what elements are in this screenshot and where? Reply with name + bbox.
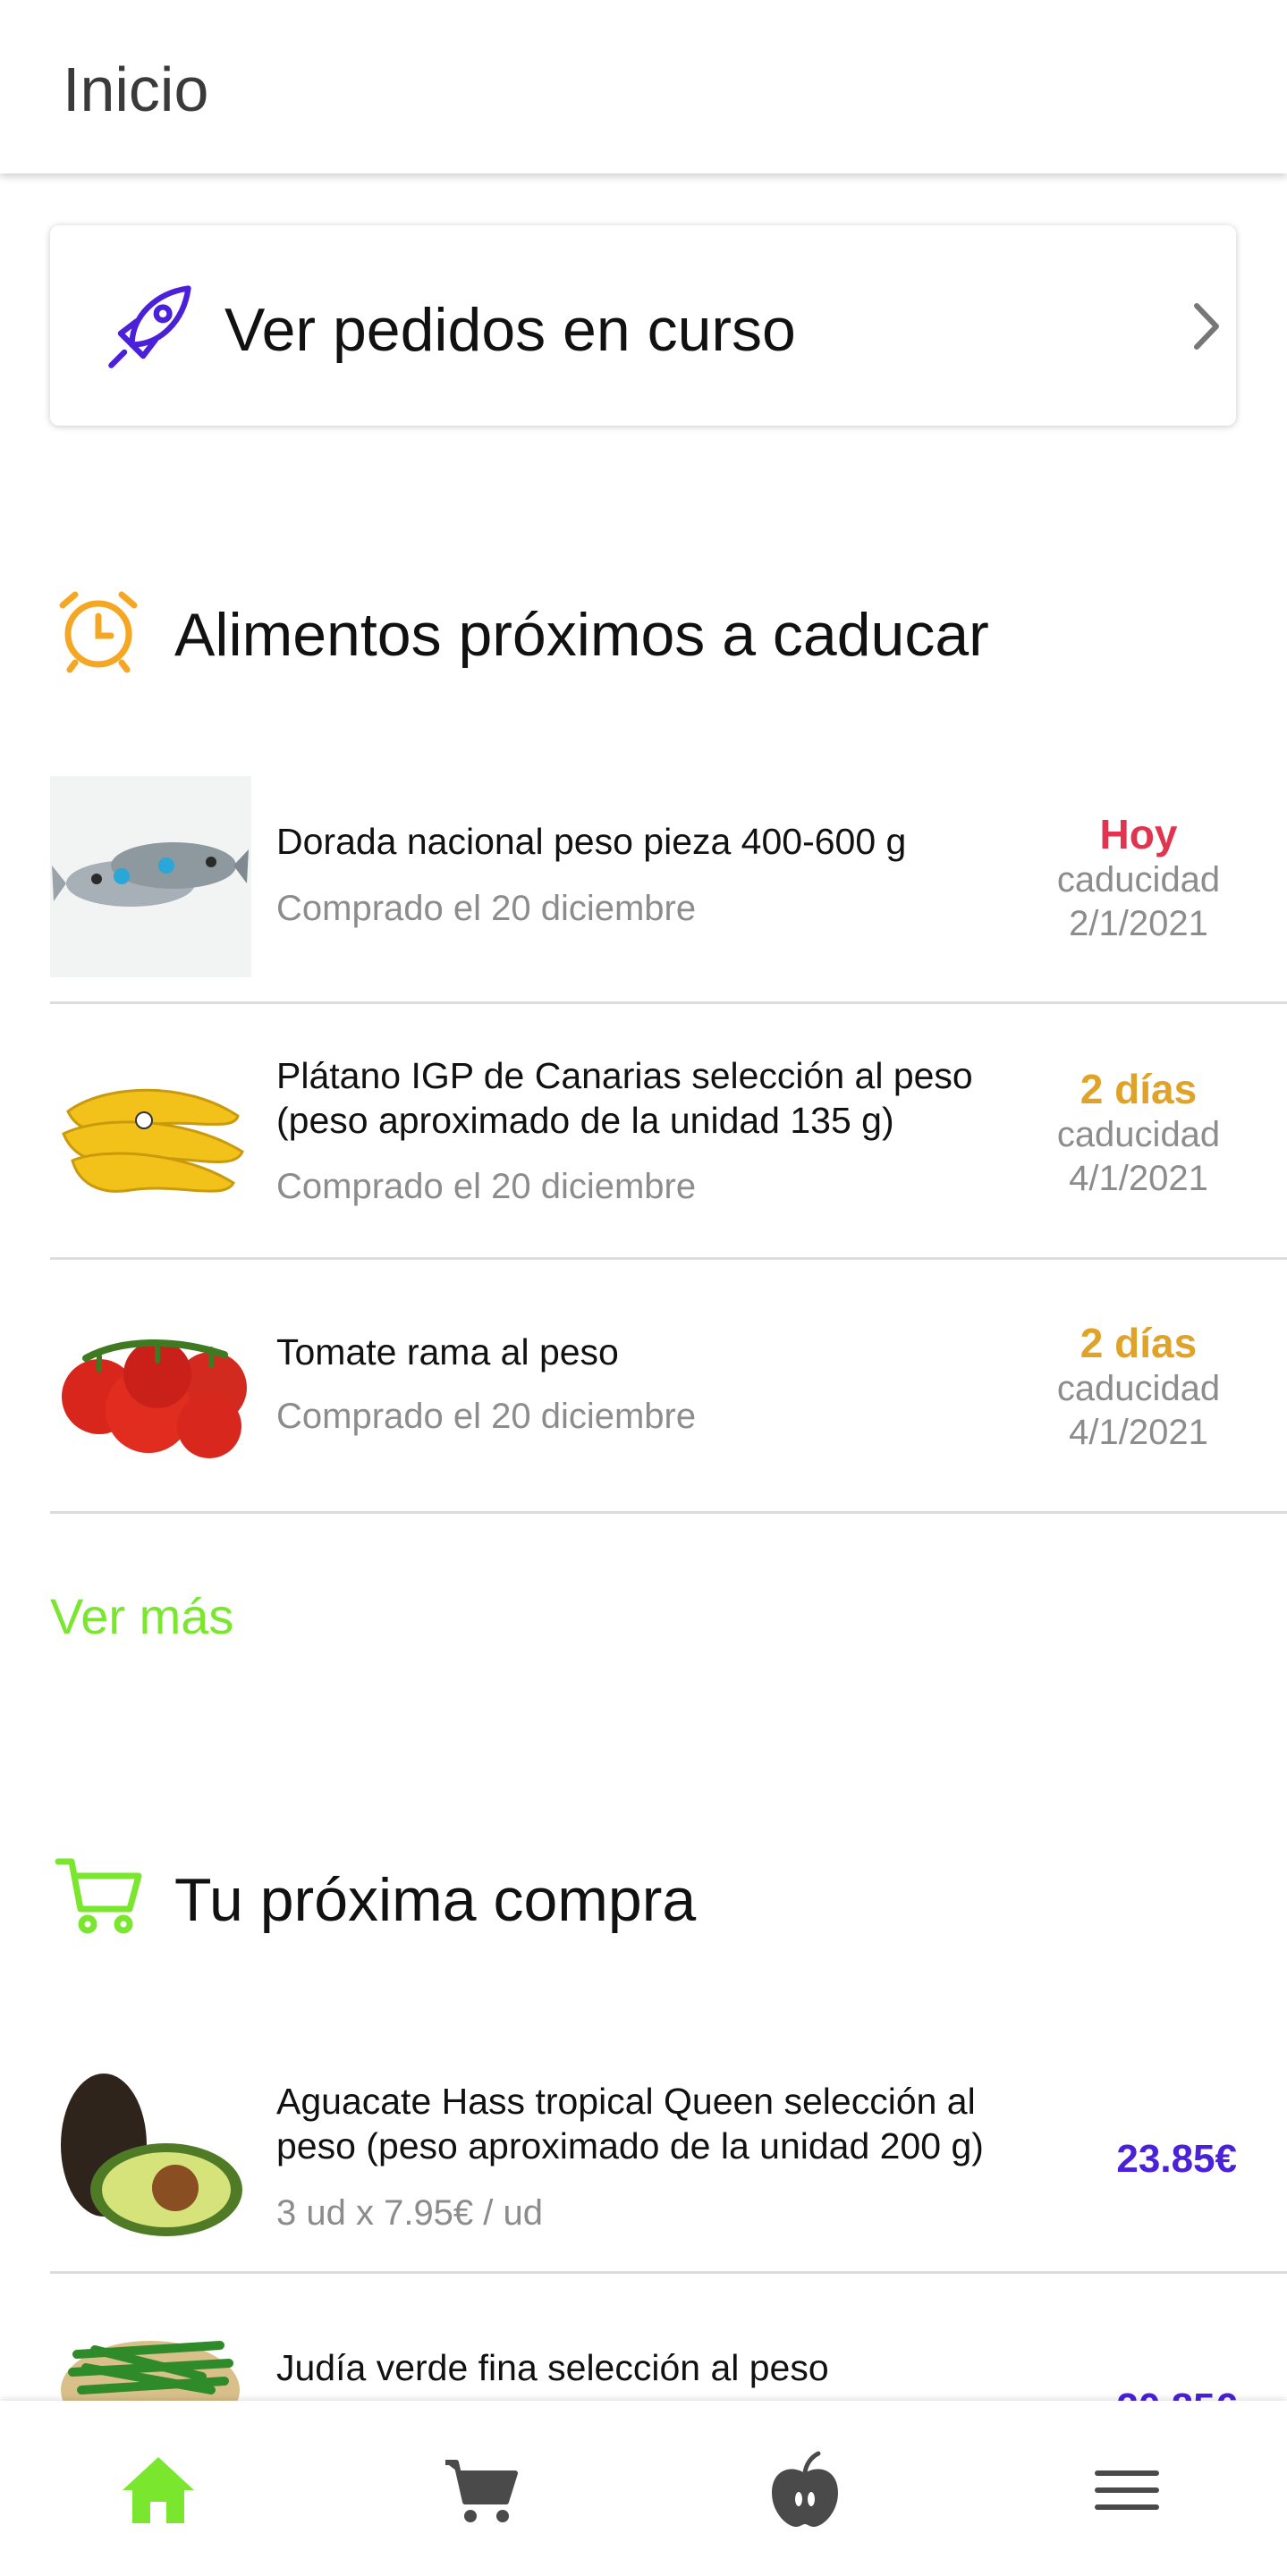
view-orders-label: Ver pedidos en curso bbox=[224, 296, 796, 364]
product-name: Dorada nacional peso pieza 400-600 g bbox=[276, 821, 907, 862]
expiry-date: 4/1/2021 bbox=[1069, 1413, 1208, 1452]
expiry-days: 2 días bbox=[1080, 1066, 1198, 1112]
expiry-label: caducidad bbox=[1056, 1369, 1221, 1408]
fish-icon bbox=[50, 776, 251, 977]
purchase-date: Comprado el 20 diciembre bbox=[276, 1167, 697, 1206]
purchase-date: Comprado el 20 diciembre bbox=[276, 889, 697, 928]
expiring-section-title: Alimentos próximos a caducar bbox=[174, 601, 989, 669]
rocket-icon bbox=[108, 285, 191, 368]
product-name: Judía verde fina selección al peso bbox=[276, 2347, 829, 2388]
alarm-clock-icon bbox=[59, 591, 138, 673]
bottom-navigation bbox=[0, 2401, 1287, 2576]
expiry-label: caducidad bbox=[1056, 860, 1221, 899]
tomato-icon bbox=[62, 1339, 247, 1458]
list-item[interactable]: Tomate rama al peso Comprado el 20 dicie… bbox=[50, 1258, 1287, 1514]
expiry-label: caducidad bbox=[1056, 1115, 1221, 1154]
see-more-link[interactable]: Ver más bbox=[50, 1587, 233, 1645]
next-purchase-section-title: Tu próxima compra bbox=[174, 1866, 697, 1934]
purchase-date: Comprado el 20 diciembre bbox=[276, 1397, 697, 1436]
product-detail: 3 ud x 7.95€ / ud bbox=[276, 2193, 544, 2233]
chevron-right-icon bbox=[1194, 303, 1219, 350]
expiry-date: 2/1/2021 bbox=[1069, 904, 1208, 943]
product-name: Tomate rama al peso bbox=[276, 1331, 619, 1372]
view-orders-button[interactable]: Ver pedidos en curso bbox=[50, 225, 1236, 426]
expiry-status: 2 días caducidad 4/1/2021 bbox=[1040, 1319, 1237, 1455]
product-name: Plátano IGP de Canarias selección al pes… bbox=[276, 1055, 973, 1141]
expiry-days: 2 días bbox=[1080, 1320, 1198, 1366]
product-name: Aguacate Hass tropical Queen selección a… bbox=[276, 2081, 984, 2166]
avocado-icon bbox=[61, 2073, 242, 2236]
cart-icon[interactable] bbox=[440, 2450, 521, 2530]
banana-icon bbox=[62, 1088, 244, 1193]
expiry-status: Hoy caducidad 2/1/2021 bbox=[1040, 810, 1237, 946]
expiry-days: Hoy bbox=[1099, 811, 1178, 857]
product-price: 23.85€ bbox=[1116, 2137, 1237, 2181]
expiry-date: 4/1/2021 bbox=[1069, 1159, 1208, 1198]
app-bar: Inicio bbox=[0, 0, 1287, 173]
home-icon[interactable] bbox=[118, 2450, 199, 2530]
cart-icon bbox=[55, 1858, 142, 1934]
expiry-status: 2 días caducidad 4/1/2021 bbox=[1040, 1065, 1237, 1201]
list-item[interactable]: Aguacate Hass tropical Queen selección a… bbox=[50, 2043, 1287, 2274]
list-item[interactable]: Dorada nacional peso pieza 400-600 g Com… bbox=[50, 774, 1287, 1004]
page-title: Inicio bbox=[63, 55, 209, 124]
apple-icon[interactable] bbox=[765, 2450, 845, 2530]
list-item[interactable]: Plátano IGP de Canarias selección al pes… bbox=[50, 1004, 1287, 1260]
menu-icon[interactable] bbox=[1087, 2450, 1167, 2530]
